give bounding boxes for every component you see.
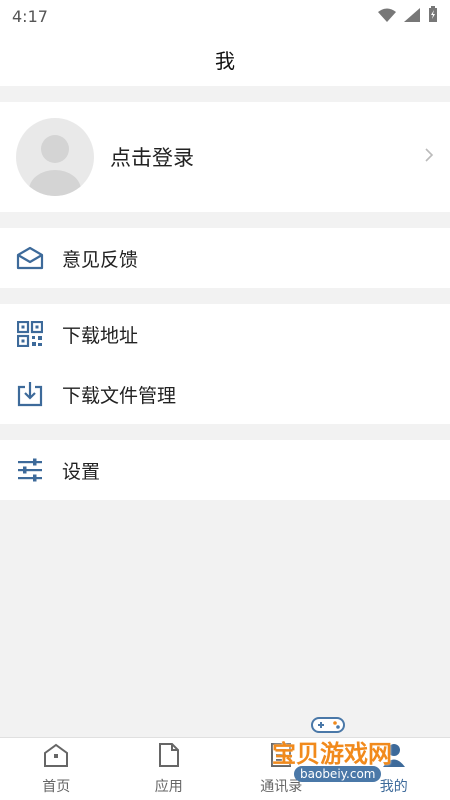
status-icons bbox=[378, 6, 438, 26]
download-section: 下载地址 下载文件管理 bbox=[0, 304, 450, 424]
settings-label: 设置 bbox=[62, 460, 101, 483]
signal-icon bbox=[404, 7, 420, 26]
login-label: 点击登录 bbox=[110, 146, 194, 170]
feedback-item[interactable]: 意见反馈 bbox=[0, 228, 450, 288]
avatar bbox=[16, 118, 94, 196]
feedback-section: 意见反馈 bbox=[0, 228, 450, 288]
chevron-right-icon bbox=[424, 147, 434, 167]
sliders-icon bbox=[16, 456, 44, 484]
divider bbox=[0, 424, 450, 440]
download-manage-item[interactable]: 下载文件管理 bbox=[0, 364, 450, 424]
tab-home-label: 首页 bbox=[42, 779, 71, 795]
tab-apps-label: 应用 bbox=[154, 779, 183, 795]
download-manage-label: 下载文件管理 bbox=[62, 384, 177, 407]
watermark: 宝贝游戏网 baobeiy.com bbox=[272, 714, 422, 794]
tab-apps[interactable]: 应用 bbox=[113, 738, 226, 800]
download-address-label: 下载地址 bbox=[62, 324, 139, 347]
page-title: 我 bbox=[215, 48, 235, 73]
status-time: 4:17 bbox=[12, 6, 48, 26]
tab-home[interactable]: 首页 bbox=[0, 738, 113, 800]
qr-code-icon bbox=[16, 320, 44, 348]
watermark-url: baobeiy.com bbox=[294, 766, 382, 782]
divider bbox=[0, 288, 450, 304]
settings-item[interactable]: 设置 bbox=[0, 440, 450, 500]
divider bbox=[0, 212, 450, 228]
download-address-item[interactable]: 下载地址 bbox=[0, 304, 450, 364]
home-icon bbox=[43, 742, 69, 772]
feedback-label: 意见反馈 bbox=[62, 248, 139, 271]
status-bar: 4:17 bbox=[0, 0, 450, 32]
title-bar: 我 bbox=[0, 32, 450, 86]
settings-section: 设置 bbox=[0, 440, 450, 500]
divider bbox=[0, 86, 450, 102]
login-row[interactable]: 点击登录 bbox=[0, 102, 450, 212]
mail-icon bbox=[16, 244, 44, 272]
battery-icon bbox=[428, 6, 438, 26]
wifi-icon bbox=[378, 7, 396, 26]
file-icon bbox=[157, 742, 181, 772]
download-icon bbox=[16, 380, 44, 408]
watermark-text: 宝贝游戏网 bbox=[272, 740, 392, 768]
